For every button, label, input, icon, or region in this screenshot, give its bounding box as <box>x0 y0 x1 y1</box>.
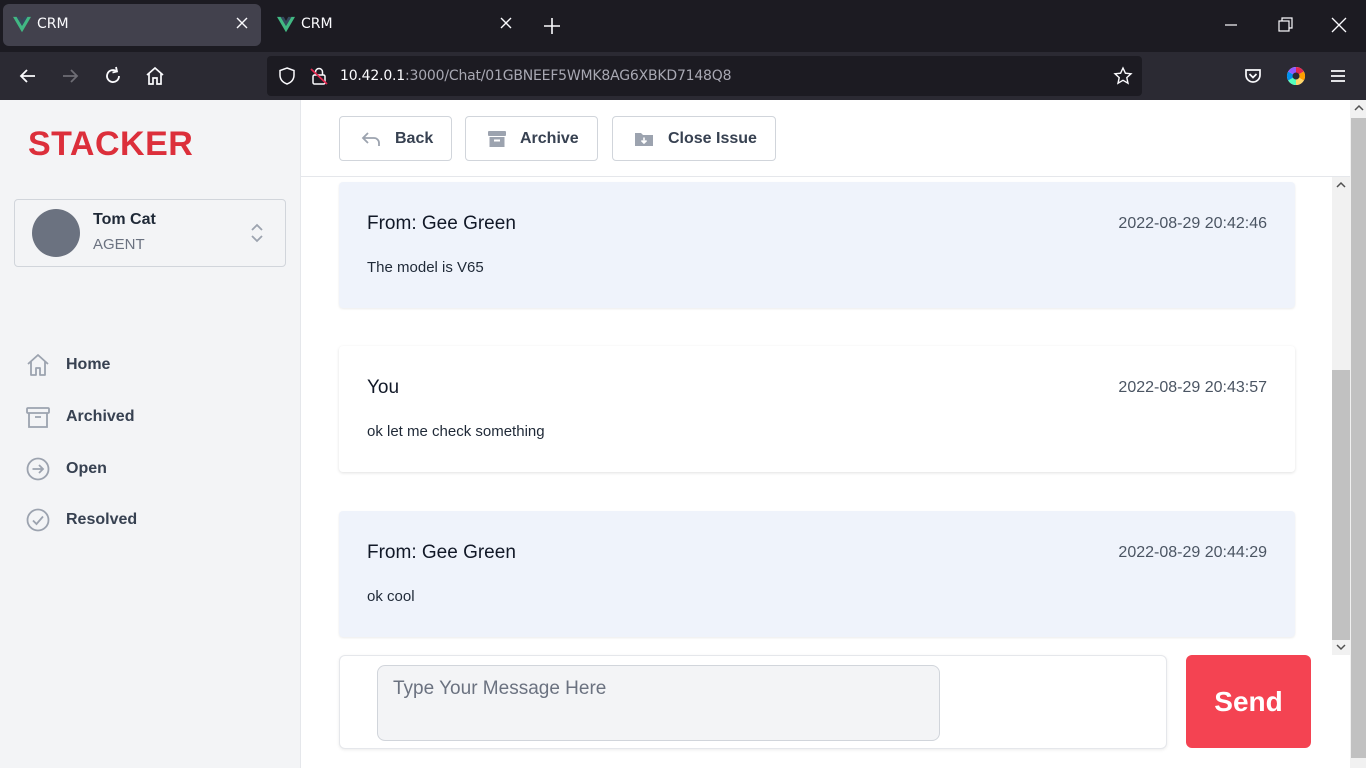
archive-box-icon <box>488 131 506 147</box>
back-label: Back <box>395 129 434 147</box>
close-window-icon[interactable] <box>1328 14 1350 36</box>
sidebar-item-archived[interactable]: Archived <box>24 401 284 433</box>
pocket-icon[interactable] <box>1241 64 1265 88</box>
chevron-up-down-icon <box>251 223 263 243</box>
close-icon[interactable] <box>233 14 251 32</box>
message-body: ok cool <box>367 588 415 605</box>
tab-title: CRM <box>37 16 69 32</box>
message-card: You 2022-08-29 20:43:57 ok let me check … <box>339 346 1295 472</box>
message-sender: From: Gee Green <box>367 213 516 234</box>
folder-download-icon <box>635 133 653 146</box>
message-timestamp: 2022-08-29 20:42:46 <box>1118 215 1267 232</box>
reload-icon[interactable] <box>101 64 125 88</box>
sidebar-item-resolved[interactable]: Resolved <box>24 504 284 536</box>
message-composer <box>339 655 1167 749</box>
forward-arrow-icon[interactable] <box>58 64 82 88</box>
user-switcher[interactable]: Tom Cat AGENT <box>14 199 286 267</box>
check-circle-icon <box>26 508 50 532</box>
home-icon <box>27 354 49 376</box>
url-text: 10.42.0.1:3000/Chat/01GBNEEF5WMK8AG6XBKD… <box>340 68 731 84</box>
message-scrollbar-thumb[interactable] <box>1332 370 1350 640</box>
sidebar-item-open[interactable]: Open <box>24 453 284 485</box>
restore-icon[interactable] <box>1274 14 1296 36</box>
message-sender: You <box>367 377 400 398</box>
message-body: The model is V65 <box>367 259 484 276</box>
insecure-lock-icon[interactable] <box>309 66 329 86</box>
message-card: From: Gee Green 2022-08-29 20:44:29 ok c… <box>339 511 1295 637</box>
tab-title: CRM <box>301 16 333 32</box>
url-path: :3000/Chat/01GBNEEF5WMK8AG6XBKD7148Q8 <box>405 68 732 84</box>
message-timestamp: 2022-08-29 20:43:57 <box>1118 379 1267 396</box>
home-icon[interactable] <box>143 64 167 88</box>
sidebar-item-label: Archived <box>66 408 135 425</box>
crm-app: STACKER Tom Cat AGENT Home Archived Open… <box>0 100 1366 768</box>
message-list[interactable]: From: Gee Green 2022-08-29 20:42:46 The … <box>301 178 1332 734</box>
archive-icon <box>26 407 50 428</box>
back-button[interactable]: Back <box>339 116 452 161</box>
shield-icon[interactable] <box>277 66 297 86</box>
bookmark-star-icon[interactable] <box>1113 66 1133 86</box>
minimize-icon[interactable] <box>1220 14 1242 36</box>
reply-arrow-icon <box>361 132 380 146</box>
color-extension-icon[interactable] <box>1284 64 1308 88</box>
browser-tab-inactive[interactable]: CRM <box>267 4 525 46</box>
sidebar-item-label: Open <box>66 460 107 477</box>
sidebar-item-label: Resolved <box>66 511 138 528</box>
send-button[interactable]: Send <box>1186 655 1311 748</box>
vue-logo-icon <box>277 16 295 33</box>
message-card: From: Gee Green 2022-08-29 20:42:46 The … <box>339 182 1295 308</box>
archive-label: Archive <box>520 129 579 147</box>
close-issue-label: Close Issue <box>668 129 757 147</box>
sidebar-item-home[interactable]: Home <box>24 349 284 381</box>
scroll-down-arrow-icon[interactable] <box>1335 642 1347 652</box>
back-arrow-icon[interactable] <box>16 64 40 88</box>
avatar <box>32 209 80 257</box>
close-issue-button[interactable]: Close Issue <box>612 116 776 161</box>
user-name: Tom Cat <box>93 211 156 228</box>
sidebar-item-label: Home <box>66 356 111 373</box>
chat-main: Back Archive Close Issue From: Gee Green… <box>301 100 1366 768</box>
sidebar: STACKER Tom Cat AGENT Home Archived Open… <box>0 100 301 768</box>
page-scrollbar-thumb[interactable] <box>1351 118 1366 758</box>
new-tab-plus-icon[interactable] <box>541 15 563 37</box>
hamburger-menu-icon[interactable] <box>1326 64 1350 88</box>
address-bar[interactable]: 10.42.0.1:3000/Chat/01GBNEEF5WMK8AG6XBKD… <box>267 56 1142 96</box>
url-host: 10.42.0.1 <box>340 68 405 84</box>
chat-toolbar: Back Archive Close Issue <box>301 100 1366 177</box>
arrow-right-circle-icon <box>26 457 50 481</box>
message-sender: From: Gee Green <box>367 542 516 563</box>
close-icon[interactable] <box>497 14 515 32</box>
vue-logo-icon <box>13 16 31 33</box>
browser-tab-bar: CRM CRM <box>0 0 1366 52</box>
archive-button[interactable]: Archive <box>465 116 598 161</box>
browser-tab-active[interactable]: CRM <box>3 4 261 46</box>
user-role: AGENT <box>93 236 145 253</box>
app-logo[interactable]: STACKER <box>28 125 193 164</box>
message-timestamp: 2022-08-29 20:44:29 <box>1118 544 1267 561</box>
message-input[interactable] <box>377 665 940 741</box>
browser-nav-bar: 10.42.0.1:3000/Chat/01GBNEEF5WMK8AG6XBKD… <box>0 52 1366 100</box>
page-scroll-up-arrow-icon[interactable] <box>1353 103 1365 113</box>
message-body: ok let me check something <box>367 423 545 440</box>
scroll-up-arrow-icon[interactable] <box>1335 180 1347 190</box>
